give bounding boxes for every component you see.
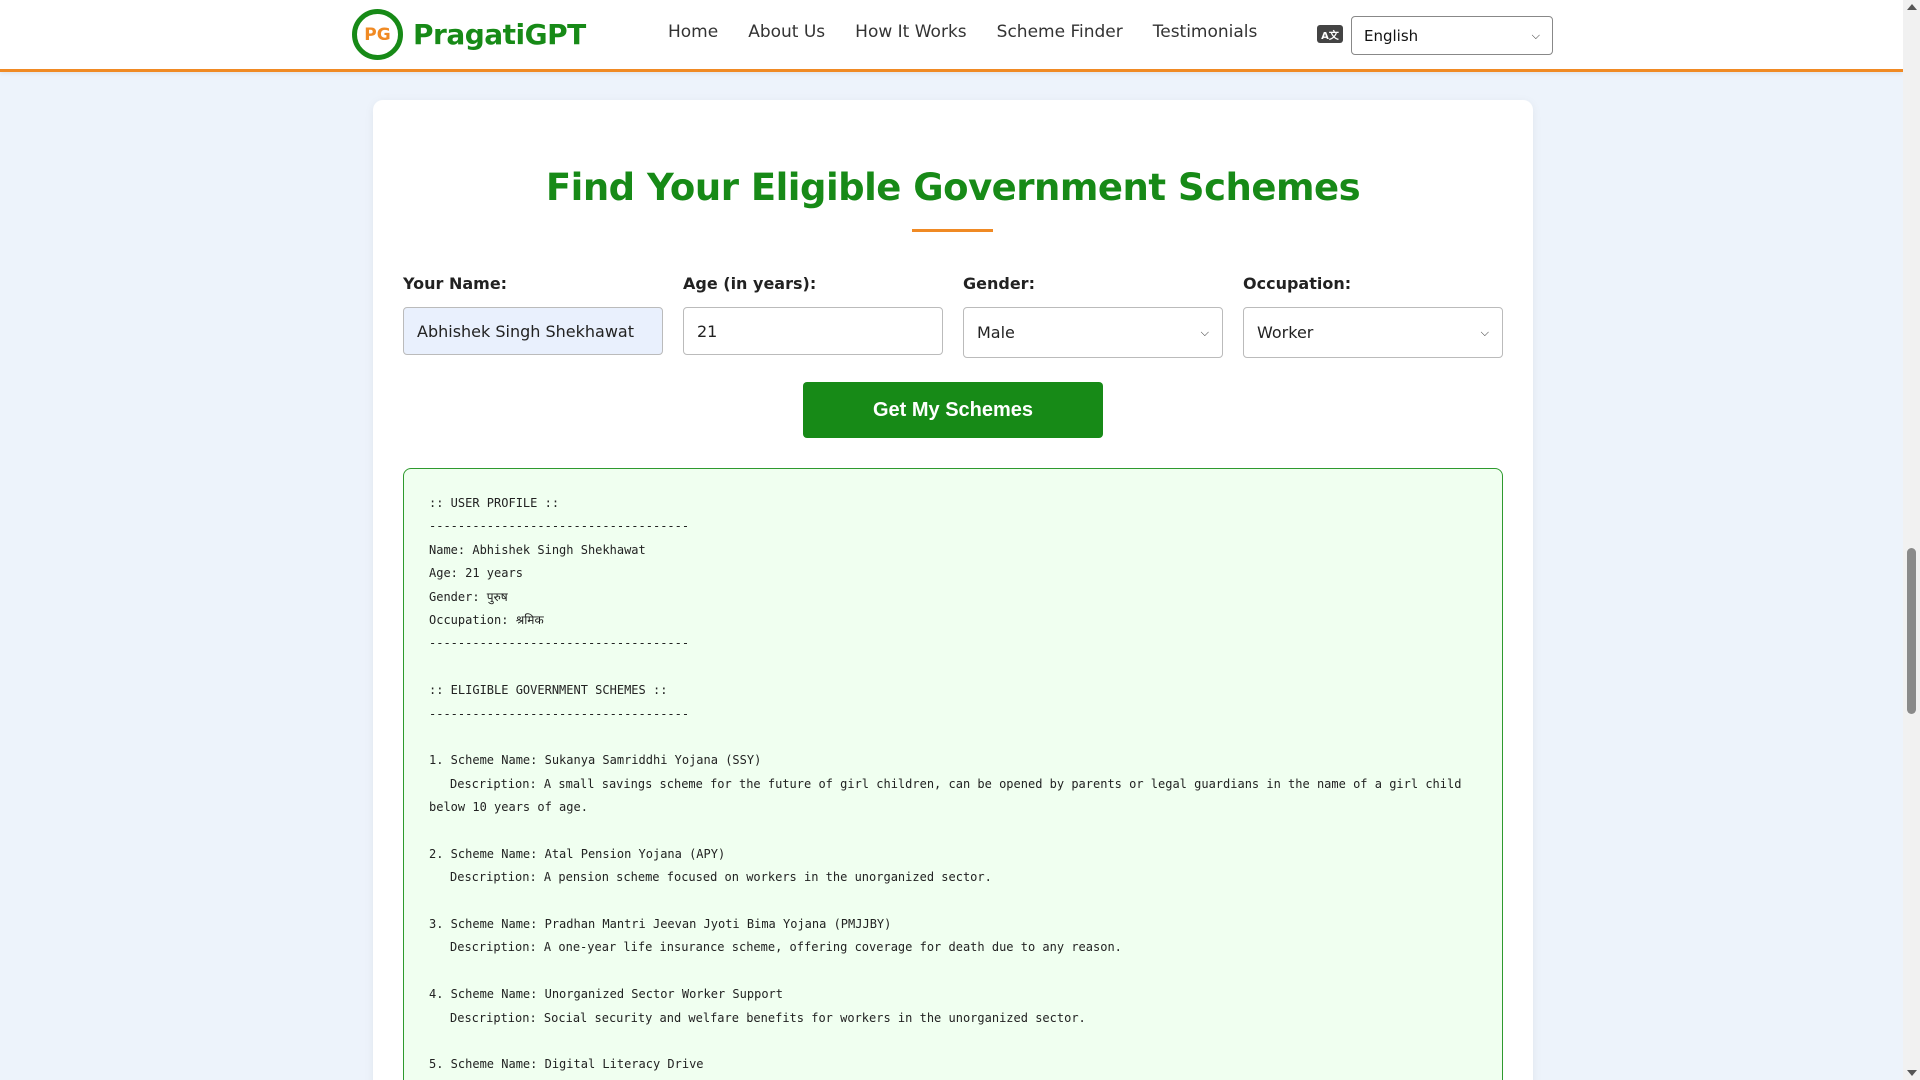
nav-testimonials[interactable]: Testimonials — [1153, 21, 1258, 43]
scheme-name: 4. Scheme Name: Unorganized Sector Worke… — [429, 987, 784, 1002]
divider: ------------------------------------ — [429, 706, 690, 721]
logo-text: PragatiGPT — [413, 18, 586, 51]
logo[interactable]: PG PragatiGPT — [352, 9, 586, 60]
translate-icon: A文 — [1317, 25, 1343, 43]
gender-label: Gender: — [963, 274, 1035, 293]
chevron-down-icon: ⌵ — [1200, 325, 1209, 339]
age-label: Age (in years): — [683, 274, 817, 293]
scroll-up-arrow-icon[interactable] — [1907, 4, 1917, 10]
age-input[interactable]: 21 — [683, 307, 943, 355]
profile-name: Name: Abhishek Singh Shekhawat — [429, 542, 646, 557]
page-title: Find Your Eligible Government Schemes — [545, 166, 1361, 209]
occupation-select[interactable]: Worker ⌵ — [1243, 307, 1503, 358]
scheme-description: Description: A pension scheme focused on… — [450, 870, 992, 885]
scheme-description: Description: A one-year life insurance s… — [450, 940, 1122, 955]
scheme-description: Description: A small savings scheme for … — [450, 776, 1462, 791]
nav-scheme-finder[interactable]: Scheme Finder — [997, 21, 1123, 43]
scheme-description-cont: below 10 years of age. — [429, 800, 588, 815]
profile-occupation: Occupation: श्रमिक — [429, 612, 544, 627]
name-label: Your Name: — [403, 274, 508, 293]
results-panel: :: USER PROFILE :: ---------------------… — [403, 468, 1503, 1080]
title-underline — [912, 229, 993, 232]
scheme-name: 1. Scheme Name: Sukanya Samriddhi Yojana… — [429, 753, 762, 768]
profile-age: Age: 21 years — [429, 566, 523, 581]
chevron-down-icon: ⌵ — [1531, 28, 1540, 42]
occupation-select-value: Worker — [1257, 323, 1314, 342]
top-navbar: PG PragatiGPT Home About Us How It Works… — [0, 0, 1903, 72]
gender-select[interactable]: Male ⌵ — [963, 307, 1223, 358]
scrollbar-thumb[interactable] — [1907, 548, 1916, 714]
divider: ------------------------------------ — [429, 519, 690, 534]
name-input[interactable]: Abhishek Singh Shekhawat — [403, 307, 663, 355]
nav-home[interactable]: Home — [668, 21, 718, 43]
name-input-value: Abhishek Singh Shekhawat — [417, 321, 634, 341]
get-my-schemes-button[interactable]: Get My Schemes — [803, 382, 1103, 438]
divider: ------------------------------------ — [429, 636, 690, 651]
profile-gender: Gender: पुरुष — [429, 589, 508, 604]
main-nav: Home About Us How It Works Scheme Finder… — [668, 21, 1287, 43]
language-select-value: English — [1364, 26, 1419, 45]
gender-select-value: Male — [977, 323, 1015, 342]
scheme-name: 3. Scheme Name: Pradhan Mantri Jeevan Jy… — [429, 917, 892, 932]
schemes-heading: :: ELIGIBLE GOVERNMENT SCHEMES :: — [429, 683, 668, 698]
scheme-name: 2. Scheme Name: Atal Pension Yojana (APY… — [429, 846, 726, 861]
page-scrollbar[interactable] — [1903, 0, 1920, 1080]
scroll-down-arrow-icon[interactable] — [1907, 1070, 1917, 1076]
age-input-value: 21 — [697, 321, 718, 341]
occupation-label: Occupation: — [1243, 274, 1352, 293]
nav-how-it-works[interactable]: How It Works — [855, 21, 966, 43]
nav-about-us[interactable]: About Us — [748, 21, 825, 43]
logo-badge: PG — [352, 9, 403, 60]
language-select[interactable]: English ⌵ — [1351, 16, 1553, 55]
scheme-name: 5. Scheme Name: Digital Literacy Drive — [429, 1057, 704, 1072]
chevron-down-icon: ⌵ — [1480, 325, 1489, 339]
scheme-description: Description: Social security and welfare… — [450, 1010, 1086, 1025]
profile-heading: :: USER PROFILE :: — [429, 496, 560, 510]
